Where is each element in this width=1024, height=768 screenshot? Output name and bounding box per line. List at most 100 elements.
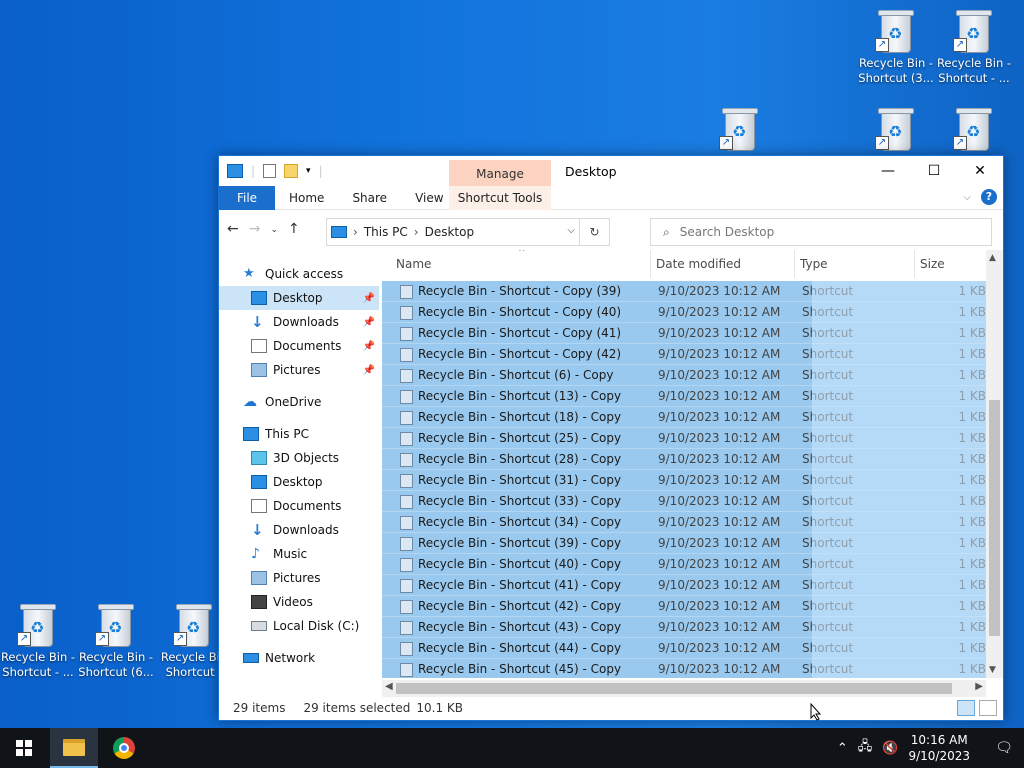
shortcut-file-icon <box>400 369 413 383</box>
desktop-icon-recycle-shortcut[interactable]: ♻ ↗ Recycle Bin - Shortcut - ... <box>936 8 1012 86</box>
address-dropdown-icon[interactable]: ⌵ <box>567 225 575 236</box>
maximize-button[interactable]: ☐ <box>911 156 957 186</box>
nav-qa-pictures[interactable]: Pictures 📌 <box>219 358 379 382</box>
nav-qa-desktop[interactable]: Desktop 📌 <box>219 286 379 310</box>
desktop-icon-recycle-shortcut[interactable]: ♻ ↗ <box>858 106 934 154</box>
nav-pictures[interactable]: Pictures <box>219 566 379 590</box>
desktop-icon-recycle-shortcut[interactable]: ♻ ↗ Recycle Bin - Shortcut - ... <box>0 602 76 680</box>
item-count: 29 items <box>233 701 286 715</box>
breadcrumb-desktop[interactable]: Desktop <box>425 225 475 239</box>
tab-home[interactable]: Home <box>275 186 338 210</box>
breadcrumb-this-pc[interactable]: This PC <box>364 225 408 239</box>
address-row: ← → ⌄ ↑ › This PC › Desktop ⌵ ↻ ⌕ Search… <box>219 210 1003 250</box>
refresh-icon[interactable]: ↻ <box>579 219 609 245</box>
recycle-bin-icon: ♻ ↗ <box>953 106 993 152</box>
taskbar-chrome[interactable] <box>100 728 148 768</box>
horizontal-scroll-thumb[interactable] <box>396 683 952 694</box>
details-view-icon[interactable] <box>957 700 975 716</box>
properties-icon[interactable] <box>263 164 277 178</box>
up-arrow-icon[interactable]: ↑ <box>288 221 300 239</box>
taskbar-file-explorer[interactable] <box>50 728 98 768</box>
nav-qa-documents[interactable]: Documents 📌 <box>219 334 379 358</box>
file-name: Recycle Bin - Shortcut - Copy (40) <box>418 305 622 319</box>
pin-icon[interactable]: 📌 <box>363 365 375 376</box>
nav-local-disk[interactable]: Local Disk (C:) <box>219 614 379 638</box>
desktop-icon <box>251 475 267 489</box>
recent-locations-icon[interactable]: ⌄ <box>270 221 278 239</box>
scroll-right-icon[interactable]: ▶ <box>975 681 983 692</box>
film-icon <box>251 595 267 609</box>
forward-arrow-icon[interactable]: → <box>249 221 261 239</box>
recycle-bin-icon: ♻ ↗ <box>875 8 915 54</box>
new-folder-icon[interactable] <box>284 164 299 178</box>
horizontal-scrollbar[interactable]: ◀ ▶ <box>382 680 986 697</box>
vertical-scrollbar[interactable]: ▲ ▼ <box>986 250 1003 678</box>
help-icon[interactable]: ? <box>981 189 997 205</box>
manage-tab[interactable]: Manage <box>449 160 551 186</box>
nav-quick-access[interactable]: ★ Quick access <box>219 262 379 286</box>
column-size[interactable]: Size <box>920 257 945 271</box>
nav-onedrive[interactable]: ☁ OneDrive <box>219 390 379 414</box>
large-icons-view-icon[interactable] <box>979 700 997 716</box>
file-date: 9/10/2023 10:12 AM <box>658 284 781 298</box>
shortcut-file-icon <box>400 453 413 467</box>
clock[interactable]: 10:16 AM 9/10/2023 <box>908 732 970 764</box>
start-button[interactable] <box>0 728 48 768</box>
nav-3d-objects[interactable]: 3D Objects <box>219 446 379 470</box>
download-icon: ↓ <box>251 313 264 331</box>
nav-videos[interactable]: Videos <box>219 590 379 614</box>
volume-muted-icon[interactable]: 🔇 <box>882 741 898 756</box>
tab-file[interactable]: File <box>219 185 275 210</box>
search-input[interactable]: Search Desktop <box>680 225 775 239</box>
column-date-modified[interactable]: Date modified <box>656 257 741 271</box>
file-name: Recycle Bin - Shortcut (41) - Copy <box>418 578 622 592</box>
desktop-icon-recycle-shortcut[interactable]: ♻ ↗ <box>702 106 778 154</box>
scroll-down-icon[interactable]: ▼ <box>989 665 996 675</box>
nav-network[interactable]: Network <box>219 646 379 670</box>
file-explorer-window: | ▾ | Manage Desktop — ☐ ✕ File Home Sha… <box>218 155 1004 721</box>
vertical-scroll-thumb[interactable] <box>989 400 1000 636</box>
title-bar[interactable]: | ▾ | Manage Desktop — ☐ ✕ <box>219 156 1003 186</box>
file-date: 9/10/2023 10:12 AM <box>658 473 781 487</box>
file-name: Recycle Bin - Shortcut (44) - Copy <box>418 641 622 655</box>
file-date: 9/10/2023 10:12 AM <box>658 368 781 382</box>
pin-icon[interactable]: 📌 <box>363 341 375 352</box>
customize-toolbar-icon[interactable]: ▾ <box>306 166 311 176</box>
back-arrow-icon[interactable]: ← <box>227 221 239 239</box>
search-box[interactable]: ⌕ Search Desktop <box>650 218 992 246</box>
quick-access-toolbar: | ▾ | <box>219 164 323 178</box>
nav-desktop[interactable]: Desktop <box>219 470 379 494</box>
close-button[interactable]: ✕ <box>957 156 1003 186</box>
shortcut-file-icon <box>400 306 413 320</box>
address-bar[interactable]: › This PC › Desktop ⌵ ↻ <box>326 218 610 246</box>
file-date: 9/10/2023 10:12 AM <box>658 620 781 634</box>
desktop-icon-recycle-shortcut[interactable]: ♻ ↗ <box>936 106 1012 154</box>
search-icon: ⌕ <box>663 224 670 239</box>
nav-qa-downloads[interactable]: ↓ Downloads 📌 <box>219 310 379 334</box>
shortcut-file-icon <box>400 600 413 614</box>
desktop-icon-recycle-shortcut[interactable]: ♻ ↗ Recycle Bin - Shortcut (6... <box>78 602 154 680</box>
selected-size: 10.1 KB <box>416 701 464 715</box>
recycle-bin-icon: ♻ ↗ <box>95 602 135 648</box>
expand-ribbon-icon[interactable]: ⌵ <box>963 192 971 203</box>
minimize-button[interactable]: — <box>865 156 911 186</box>
column-type[interactable]: Type <box>800 257 828 271</box>
pin-icon[interactable]: 📌 <box>363 293 375 304</box>
show-hidden-icons-icon[interactable]: ⌃ <box>837 741 848 756</box>
scroll-left-icon[interactable]: ◀ <box>385 681 393 692</box>
notification-center-icon[interactable]: 🗨 <box>984 740 1024 756</box>
nav-documents[interactable]: Documents <box>219 494 379 518</box>
pin-icon[interactable]: 📌 <box>363 317 375 328</box>
tab-shortcut-tools[interactable]: Shortcut Tools <box>449 185 551 210</box>
scroll-up-icon[interactable]: ▲ <box>989 253 996 263</box>
nav-downloads[interactable]: ↓ Downloads <box>219 518 379 542</box>
nav-this-pc[interactable]: This PC <box>219 422 379 446</box>
network-status-icon[interactable]: 🖧 <box>858 737 873 759</box>
shortcut-file-icon <box>400 642 413 656</box>
network-icon <box>243 653 259 663</box>
tab-share[interactable]: Share <box>338 186 401 210</box>
column-name[interactable]: Name <box>396 257 431 271</box>
nav-music[interactable]: ♪ Music <box>219 542 379 566</box>
desktop-icon-recycle-shortcut[interactable]: ♻ ↗ Recycle Bin - Shortcut (3... <box>858 8 934 86</box>
window-title: Desktop <box>565 164 617 179</box>
